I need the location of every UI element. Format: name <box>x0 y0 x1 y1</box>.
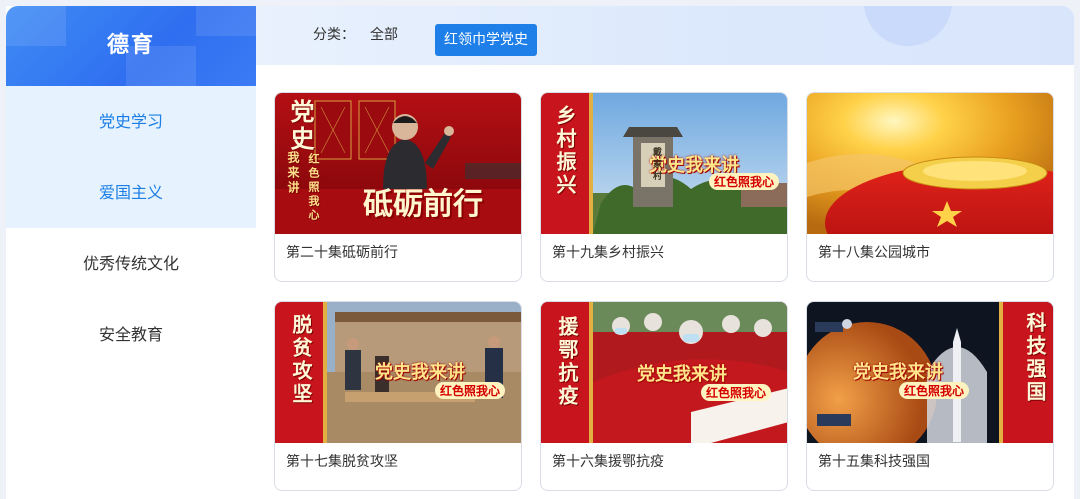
thumbnail-slogan: 党史我来讲 <box>375 362 465 383</box>
video-card[interactable]: 援鄂抗疫 党史我来讲 红色照我心 第十六集援鄂抗疫 <box>540 301 788 491</box>
main-content: 分类： 全部 红领巾学党史 党史 我来讲 红色照我心 砥砺前行 第二十集砥砺前行… <box>256 6 1074 499</box>
category-label: 分类： <box>313 27 355 43</box>
video-card[interactable]: 第十八集公园城市 <box>806 92 1054 282</box>
thumbnail-subtitle: 我来讲 <box>286 151 300 196</box>
sidebar-item-patriotism[interactable]: 爱国主义 <box>6 157 256 228</box>
sidebar-item-party-history[interactable]: 党史学习 <box>6 86 256 157</box>
video-thumbnail: 援鄂抗疫 党史我来讲 红色照我心 <box>541 302 787 443</box>
card-title: 第十五集科技强国 <box>818 454 930 470</box>
video-card[interactable]: 脱贫攻坚 党史我来讲 红色照我心 第十七集脱贫攻坚 <box>274 301 522 491</box>
card-title: 第十八集公园城市 <box>818 245 930 261</box>
thumbnail-heart-text: 红色照我心 <box>435 382 506 399</box>
video-thumbnail: 乡村振兴 党史我来讲 红色照我心 戴 家 村 <box>541 93 787 234</box>
app: 德育 党史学习 爱国主义 优秀传统文化 安全教育 分类： 全部 红领巾学党史 党… <box>0 0 1080 499</box>
thumbnail-vertical-title: 科技强国 <box>1023 312 1047 404</box>
card-title: 第十六集援鄂抗疫 <box>552 454 664 470</box>
sidebar-item-safety-education[interactable]: 安全教育 <box>6 299 256 370</box>
thumbnail-slogan: 党史我来讲 <box>853 362 943 383</box>
card-title: 第二十集砥砺前行 <box>286 245 398 261</box>
thumbnail-slogan: 党史我来讲 <box>637 364 727 385</box>
thumbnail-sign-text: 戴 家 村 <box>651 147 661 181</box>
video-thumbnail <box>807 93 1053 234</box>
card-title: 第十九集乡村振兴 <box>552 245 664 261</box>
sidebar-header: 德育 <box>6 6 256 86</box>
thumbnail-heart-text: 红色照我心 <box>709 173 780 190</box>
video-card[interactable]: 党史 我来讲 红色照我心 砥砺前行 第二十集砥砺前行 <box>274 92 522 282</box>
thumbnail-heart-text: 红色照我心 <box>899 382 970 399</box>
thumbnail-vertical-title: 援鄂抗疫 <box>555 316 579 408</box>
thumbnail-vertical-title: 乡村振兴 <box>553 105 577 197</box>
video-thumbnail: 科技强国 党史我来讲 红色照我心 <box>807 302 1053 443</box>
video-card[interactable]: 科技强国 党史我来讲 红色照我心 第十五集科技强国 <box>806 301 1054 491</box>
thumbnail-headline: 砥砺前行 <box>363 187 483 222</box>
thumbnail-vertical-title: 脱贫攻坚 <box>289 314 313 406</box>
category-filter-bar: 分类： 全部 红领巾学党史 <box>256 6 1074 65</box>
video-thumbnail: 党史 我来讲 红色照我心 砥砺前行 <box>275 93 521 234</box>
category-selected-chip[interactable]: 红领巾学党史 <box>435 24 537 56</box>
category-all-option[interactable]: 全部 <box>370 6 398 65</box>
sidebar-item-traditional-culture[interactable]: 优秀传统文化 <box>6 228 256 299</box>
sidebar-title: 德育 <box>106 33 155 58</box>
sidebar: 德育 党史学习 爱国主义 优秀传统文化 安全教育 <box>6 6 256 499</box>
video-card[interactable]: 乡村振兴 党史我来讲 红色照我心 戴 家 村 第十九集乡村振兴 <box>540 92 788 282</box>
thumbnail-heart-text: 红色照我心 <box>307 153 320 223</box>
thumbnail-vertical-title: 党史 <box>286 99 315 153</box>
video-thumbnail: 脱贫攻坚 党史我来讲 红色照我心 <box>275 302 521 443</box>
thumbnail-art <box>807 93 1053 234</box>
card-title: 第十七集脱贫攻坚 <box>286 454 398 470</box>
thumbnail-heart-text: 红色照我心 <box>701 384 772 401</box>
decorative-circle <box>864 6 952 46</box>
